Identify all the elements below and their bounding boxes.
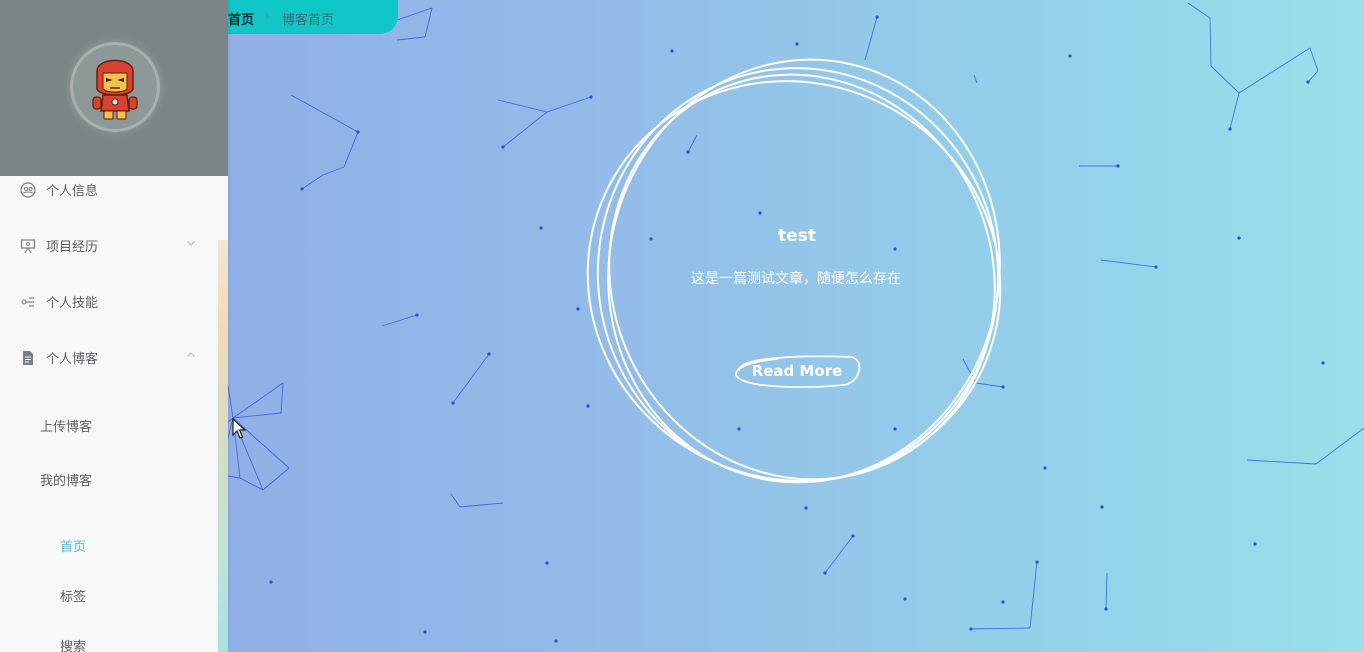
particle-link bbox=[424, 7, 433, 38]
particle-link bbox=[450, 493, 461, 508]
chevron-up-icon bbox=[186, 350, 196, 360]
presentation-icon bbox=[20, 238, 36, 254]
particle-link bbox=[301, 174, 324, 190]
particle-link bbox=[343, 131, 359, 168]
menu-item-projects[interactable]: 项目经历 bbox=[0, 228, 216, 264]
particle-dot bbox=[487, 352, 491, 356]
particle-link bbox=[1238, 47, 1311, 94]
particle-dot bbox=[903, 597, 907, 601]
submenu-home[interactable]: 首页 bbox=[60, 536, 86, 555]
particle-link bbox=[396, 7, 433, 21]
particle-dot bbox=[1068, 54, 1072, 58]
particle-dot bbox=[1154, 265, 1158, 269]
particle-dot bbox=[1306, 80, 1310, 84]
particle-dot bbox=[1104, 607, 1108, 611]
particle-link bbox=[824, 535, 854, 574]
particle-link bbox=[262, 467, 290, 491]
particle-link bbox=[396, 36, 426, 41]
particle-link bbox=[1187, 2, 1211, 19]
particle-dot bbox=[545, 561, 549, 565]
particle-dot bbox=[1043, 466, 1047, 470]
particle-dot bbox=[1237, 236, 1241, 240]
breadcrumb-current: 博客首页 bbox=[282, 13, 335, 28]
particle-dot bbox=[1116, 164, 1120, 168]
article-title[interactable]: test bbox=[697, 226, 897, 246]
particle-link bbox=[1210, 65, 1240, 94]
menu-label-skills: 个人技能 bbox=[46, 296, 99, 311]
menu-label-personal-info: 个人信息 bbox=[46, 184, 99, 199]
particle-dot bbox=[795, 42, 799, 46]
article-summary: 这是一篇测试文章，随便怎么存在 bbox=[691, 271, 901, 287]
particle-link bbox=[1029, 561, 1038, 629]
skills-icon bbox=[20, 294, 36, 310]
particle-link bbox=[1315, 427, 1364, 465]
particle-dot bbox=[300, 187, 304, 191]
particle-dot bbox=[1035, 560, 1039, 564]
particle-dot bbox=[851, 534, 855, 538]
particle-link bbox=[280, 382, 284, 414]
iron-man-avatar-icon bbox=[92, 59, 138, 120]
particle-dot bbox=[1321, 361, 1325, 365]
particle-link bbox=[864, 16, 878, 61]
chevron-down-icon bbox=[186, 238, 196, 248]
menu-item-blog[interactable]: 个人博客 bbox=[0, 340, 216, 376]
breadcrumb-home[interactable]: 首页 bbox=[228, 9, 254, 28]
avatar[interactable] bbox=[73, 45, 157, 129]
sidebar: 个人信息 项目经历 个人技能 个人博客 上传博客 我的博客 首页 标签 搜索 bbox=[0, 0, 228, 652]
particle-link bbox=[1209, 17, 1212, 67]
particle-link bbox=[290, 94, 359, 133]
particle-link bbox=[1246, 459, 1317, 465]
particle-link bbox=[232, 382, 284, 419]
menu-item-personal-info[interactable]: 个人信息 bbox=[0, 172, 216, 208]
blog-home-page: test 这是一篇测试文章，随便怎么存在 Read More 首页 › 博客首页 bbox=[0, 0, 1364, 652]
read-more-label: Read More bbox=[751, 362, 843, 380]
particle-link bbox=[970, 627, 1031, 630]
sidebar-scrollbar-thumb[interactable] bbox=[218, 176, 228, 240]
particle-link bbox=[502, 111, 548, 148]
particle-dot bbox=[501, 145, 505, 149]
particle-dot bbox=[1100, 505, 1104, 509]
particle-dot bbox=[269, 580, 273, 584]
particle-link bbox=[452, 353, 490, 404]
submenu-search[interactable]: 搜索 bbox=[60, 636, 86, 652]
submenu-upload-blog[interactable]: 上传博客 bbox=[40, 416, 92, 435]
mouse-cursor-icon bbox=[232, 418, 246, 439]
particle-dot bbox=[670, 49, 674, 53]
particle-dot bbox=[554, 639, 558, 643]
particle-link bbox=[1229, 92, 1240, 130]
particle-link bbox=[322, 166, 345, 176]
particle-link bbox=[1100, 259, 1157, 268]
particle-dot bbox=[356, 130, 360, 134]
menu-label-projects: 项目经历 bbox=[46, 240, 99, 255]
particle-link bbox=[1309, 47, 1319, 72]
read-more-button[interactable]: Read More bbox=[733, 353, 861, 389]
particle-link bbox=[459, 502, 504, 508]
particle-link bbox=[381, 314, 418, 327]
particle-link bbox=[1105, 572, 1108, 610]
particle-dot bbox=[804, 506, 808, 510]
breadcrumb-separator-icon: › bbox=[265, 9, 270, 23]
submenu-tags[interactable]: 标签 bbox=[60, 586, 86, 605]
menu-label-blog: 个人博客 bbox=[46, 352, 99, 367]
menu-item-skills[interactable]: 个人技能 bbox=[0, 284, 216, 320]
particle-dot bbox=[823, 571, 827, 575]
particle-link bbox=[239, 477, 264, 491]
particle-dot bbox=[539, 226, 543, 230]
particle-dot bbox=[875, 15, 879, 19]
particle-dot bbox=[1253, 542, 1257, 546]
particle-dot bbox=[969, 627, 973, 631]
particle-dot bbox=[1001, 600, 1005, 604]
particle-dot bbox=[451, 401, 455, 405]
sidebar-header bbox=[0, 0, 228, 176]
document-icon bbox=[20, 350, 36, 366]
particle-dot bbox=[423, 630, 427, 634]
particle-dot bbox=[1228, 127, 1232, 131]
breadcrumb: 首页 › 博客首页 bbox=[228, 0, 398, 34]
particle-dot bbox=[415, 313, 419, 317]
particle-link bbox=[497, 99, 548, 113]
particle-link bbox=[1307, 70, 1319, 83]
submenu-my-blog[interactable]: 我的博客 bbox=[40, 470, 92, 489]
sidebar-scrollbar-track[interactable] bbox=[218, 176, 228, 652]
user-circle-icon bbox=[20, 182, 36, 198]
